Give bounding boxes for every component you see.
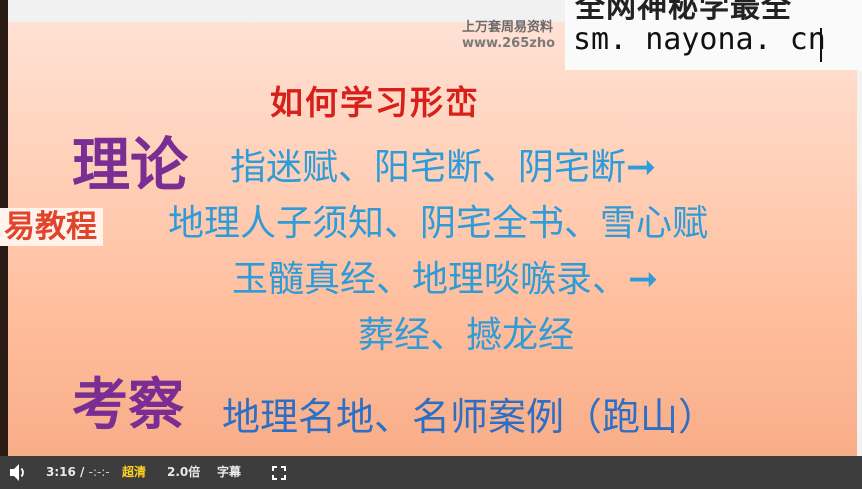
theory-line-4: 葬经、撼龙经 [358, 315, 575, 356]
slide-title: 如何学习形峦 [270, 83, 480, 122]
speaker-icon[interactable] [8, 456, 28, 489]
text-cursor [820, 28, 822, 62]
heading-theory: 理论 [72, 131, 189, 199]
duration: -:-:- [88, 465, 110, 479]
theory-line-1: 指迷赋、阳宅断、阴宅断➞ [230, 147, 657, 188]
theory-line-3: 玉髓真经、地理啖嗾录、➞ [232, 259, 659, 300]
time-display: 3:16 / -:-:- [46, 456, 110, 489]
current-time: 3:16 [46, 465, 76, 479]
heading-survey: 考察 [72, 373, 184, 438]
speed-button[interactable]: 2.0倍 [167, 456, 200, 489]
control-bar: 3:16 / -:-:- 超清 2.0倍 字幕 [0, 456, 862, 489]
video-frame[interactable]: 上万套周易资料 www.265zho 全网神秘学最全 sm. nayona. c… [0, 0, 862, 456]
site-overlay: 全网神秘学最全 sm. nayona. cn [565, 0, 862, 70]
watermark-line1: 上万套周易资料 [462, 20, 554, 35]
video-right-edge [857, 70, 862, 456]
theory-line-2: 地理人子须知、阴宅全书、雪心赋 [168, 203, 709, 244]
time-separator: / [80, 465, 85, 479]
subtitles-button[interactable]: 字幕 [217, 456, 241, 489]
video-player[interactable]: 上万套周易资料 www.265zho 全网神秘学最全 sm. nayona. c… [0, 0, 862, 489]
survey-line: 地理名地、名师案例（跑山） [222, 395, 717, 439]
watermark-line2: www.265zho [462, 36, 556, 51]
side-brand-label: 易教程 [0, 208, 103, 246]
fullscreen-icon[interactable] [271, 456, 287, 489]
quality-button[interactable]: 超清 [122, 456, 146, 489]
overlay-url: sm. nayona. cn [573, 22, 826, 57]
